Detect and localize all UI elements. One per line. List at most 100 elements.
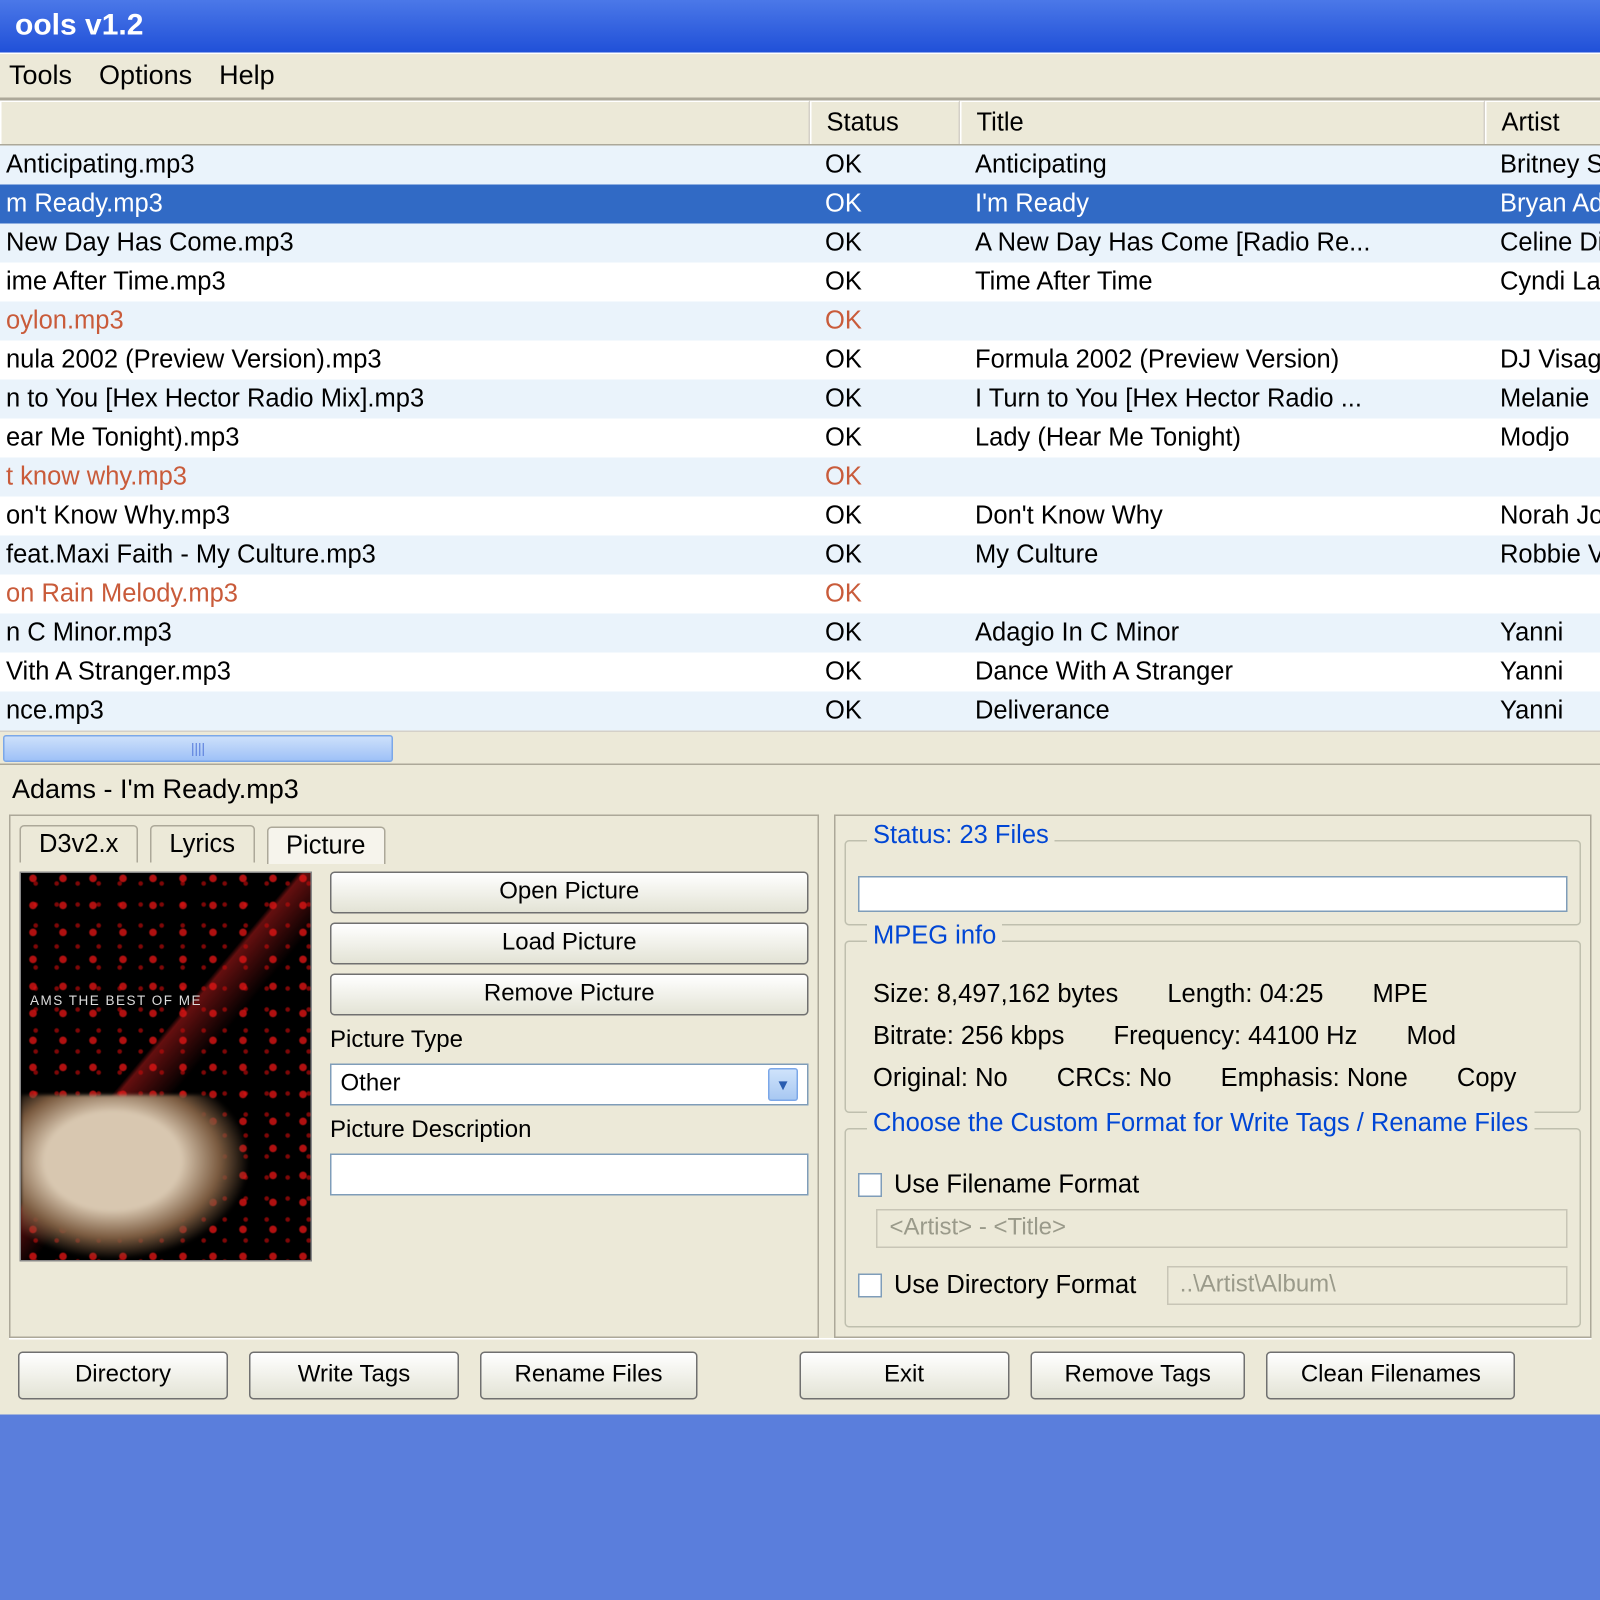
cell-status: OK	[810, 618, 960, 648]
table-row[interactable]: oylon.mp3OK	[0, 302, 1600, 341]
write-tags-button[interactable]: Write Tags	[249, 1352, 459, 1400]
selected-file-label: Adams - I'm Ready.mp3	[9, 771, 1592, 815]
tab-strip: D3v2.x Lyrics Picture	[20, 825, 809, 863]
table-row[interactable]: Vith A Stranger.mp3OKDance With A Strang…	[0, 653, 1600, 692]
table-row[interactable]: on Rain Melody.mp3OK	[0, 575, 1600, 614]
format-title: Choose the Custom Format for Write Tags …	[867, 1109, 1534, 1139]
menu-options[interactable]: Options	[99, 60, 192, 92]
cell-status: OK	[810, 657, 960, 687]
cell-file: t know why.mp3	[0, 462, 810, 492]
cell-file: m Ready.mp3	[0, 189, 810, 219]
chevron-down-icon[interactable]: ▾	[768, 1068, 798, 1101]
window-titlebar: ools v1.2	[0, 0, 1600, 53]
filename-format-input[interactable]: <Artist> - <Title>	[876, 1209, 1568, 1248]
cell-title: Dance With A Stranger	[960, 657, 1485, 687]
tab-lyrics[interactable]: Lyrics	[150, 825, 255, 863]
exit-button[interactable]: Exit	[799, 1352, 1009, 1400]
details-panel: Adams - I'm Ready.mp3 D3v2.x Lyrics Pict…	[0, 764, 1600, 1415]
cell-file: Vith A Stranger.mp3	[0, 657, 810, 687]
mpeg-info-group: MPEG info Size: 8,497,162 bytes Length: …	[845, 941, 1582, 1114]
cell-title: Time After Time	[960, 267, 1485, 297]
mpeg-title: MPEG info	[867, 921, 1002, 951]
table-row[interactable]: nce.mp3OKDeliveranceYanni	[0, 692, 1600, 731]
table-row[interactable]: m Ready.mp3OKI'm ReadyBryan Ad	[0, 185, 1600, 224]
use-filename-label: Use Filename Format	[894, 1170, 1139, 1200]
format-group: Choose the Custom Format for Write Tags …	[845, 1128, 1582, 1328]
table-row[interactable]: n to You [Hex Hector Radio Mix].mp3OKI T…	[0, 380, 1600, 419]
table-row[interactable]: ear Me Tonight).mp3OKLady (Hear Me Tonig…	[0, 419, 1600, 458]
cell-status: OK	[810, 540, 960, 570]
status-progress	[858, 876, 1568, 912]
open-picture-button[interactable]: Open Picture	[330, 872, 809, 914]
col-status[interactable]: Status	[810, 101, 960, 145]
cell-title: I Turn to You [Hex Hector Radio ...	[960, 384, 1485, 414]
table-row[interactable]: t know why.mp3OK	[0, 458, 1600, 497]
menu-help[interactable]: Help	[219, 60, 275, 92]
remove-tags-button[interactable]: Remove Tags	[1030, 1352, 1245, 1400]
cell-title: Anticipating	[960, 150, 1485, 180]
clean-filenames-button[interactable]: Clean Filenames	[1266, 1352, 1515, 1400]
table-row[interactable]: on't Know Why.mp3OKDon't Know WhyNorah J…	[0, 497, 1600, 536]
tag-editor-panel: D3v2.x Lyrics Picture AMS THE BEST OF ME…	[9, 815, 819, 1339]
table-row[interactable]: New Day Has Come.mp3OKA New Day Has Come…	[0, 224, 1600, 263]
use-directory-label: Use Directory Format	[894, 1271, 1136, 1301]
tab-id3v2[interactable]: D3v2.x	[20, 825, 138, 863]
cell-status: OK	[810, 462, 960, 492]
picture-desc-input[interactable]	[330, 1154, 809, 1196]
cell-status: OK	[810, 228, 960, 258]
rename-files-button[interactable]: Rename Files	[480, 1352, 697, 1400]
load-picture-button[interactable]: Load Picture	[330, 923, 809, 965]
cell-status: OK	[810, 423, 960, 453]
info-panel: Status: 23 Files MPEG info Size: 8,497,1…	[834, 815, 1592, 1339]
cell-title: Deliverance	[960, 696, 1485, 726]
cell-status: OK	[810, 267, 960, 297]
cell-artist: Bryan Ad	[1485, 189, 1600, 219]
picture-type-combo[interactable]: Other ▾	[330, 1064, 809, 1106]
col-title[interactable]: Title	[960, 101, 1485, 145]
cell-artist: Modjo	[1485, 423, 1600, 453]
cell-status: OK	[810, 579, 960, 609]
table-row[interactable]: ime After Time.mp3OKTime After TimeCyndi…	[0, 263, 1600, 302]
cell-artist: Britney S	[1485, 150, 1600, 180]
cell-status: OK	[810, 189, 960, 219]
cell-status: OK	[810, 306, 960, 336]
horizontal-scrollbar[interactable]: ||||	[0, 731, 1600, 764]
col-artist[interactable]: Artist	[1485, 101, 1600, 145]
table-row[interactable]: nula 2002 (Preview Version).mp3OKFormula…	[0, 341, 1600, 380]
use-directory-checkbox[interactable]	[858, 1274, 882, 1298]
cell-file: nula 2002 (Preview Version).mp3	[0, 345, 810, 375]
cell-artist: Cyndi La	[1485, 267, 1600, 297]
cell-artist: Yanni	[1485, 657, 1600, 687]
picture-type-value: Other	[341, 1071, 401, 1098]
scrollbar-thumb[interactable]: ||||	[3, 734, 393, 761]
cell-file: on Rain Melody.mp3	[0, 579, 810, 609]
table-row[interactable]: feat.Maxi Faith - My Culture.mp3OKMy Cul…	[0, 536, 1600, 575]
table-row[interactable]: n C Minor.mp3OKAdagio In C MinorYanni	[0, 614, 1600, 653]
cell-artist: Yanni	[1485, 696, 1600, 726]
cell-file: oylon.mp3	[0, 306, 810, 336]
cell-title: Adagio In C Minor	[960, 618, 1485, 648]
picture-desc-label: Picture Description	[330, 1118, 809, 1145]
directory-format-input[interactable]: ..\Artist\Album\	[1166, 1266, 1567, 1305]
cell-status: OK	[810, 696, 960, 726]
cell-title: Formula 2002 (Preview Version)	[960, 345, 1485, 375]
menu-tools[interactable]: Tools	[9, 60, 72, 92]
cell-artist: Celine Di	[1485, 228, 1600, 258]
remove-picture-button[interactable]: Remove Picture	[330, 974, 809, 1016]
use-filename-checkbox[interactable]	[858, 1173, 882, 1197]
table-row[interactable]: Anticipating.mp3OKAnticipatingBritney S	[0, 146, 1600, 185]
cell-file: ear Me Tonight).mp3	[0, 423, 810, 453]
cell-file: n C Minor.mp3	[0, 618, 810, 648]
table-body: Anticipating.mp3OKAnticipatingBritney Sm…	[0, 146, 1600, 731]
directory-button[interactable]: Directory	[18, 1352, 228, 1400]
album-art-caption: AMS THE BEST OF ME	[30, 993, 202, 1008]
cell-file: Anticipating.mp3	[0, 150, 810, 180]
cell-status: OK	[810, 501, 960, 531]
picture-type-label: Picture Type	[330, 1028, 809, 1055]
cell-title: Lady (Hear Me Tonight)	[960, 423, 1485, 453]
col-file[interactable]	[0, 101, 810, 145]
tab-picture[interactable]: Picture	[267, 827, 385, 865]
cell-file: feat.Maxi Faith - My Culture.mp3	[0, 540, 810, 570]
file-list: Status Title Artist Anticipating.mp3OKAn…	[0, 99, 1600, 764]
action-buttons: Directory Write Tags Rename Files Exit R…	[9, 1338, 1592, 1415]
